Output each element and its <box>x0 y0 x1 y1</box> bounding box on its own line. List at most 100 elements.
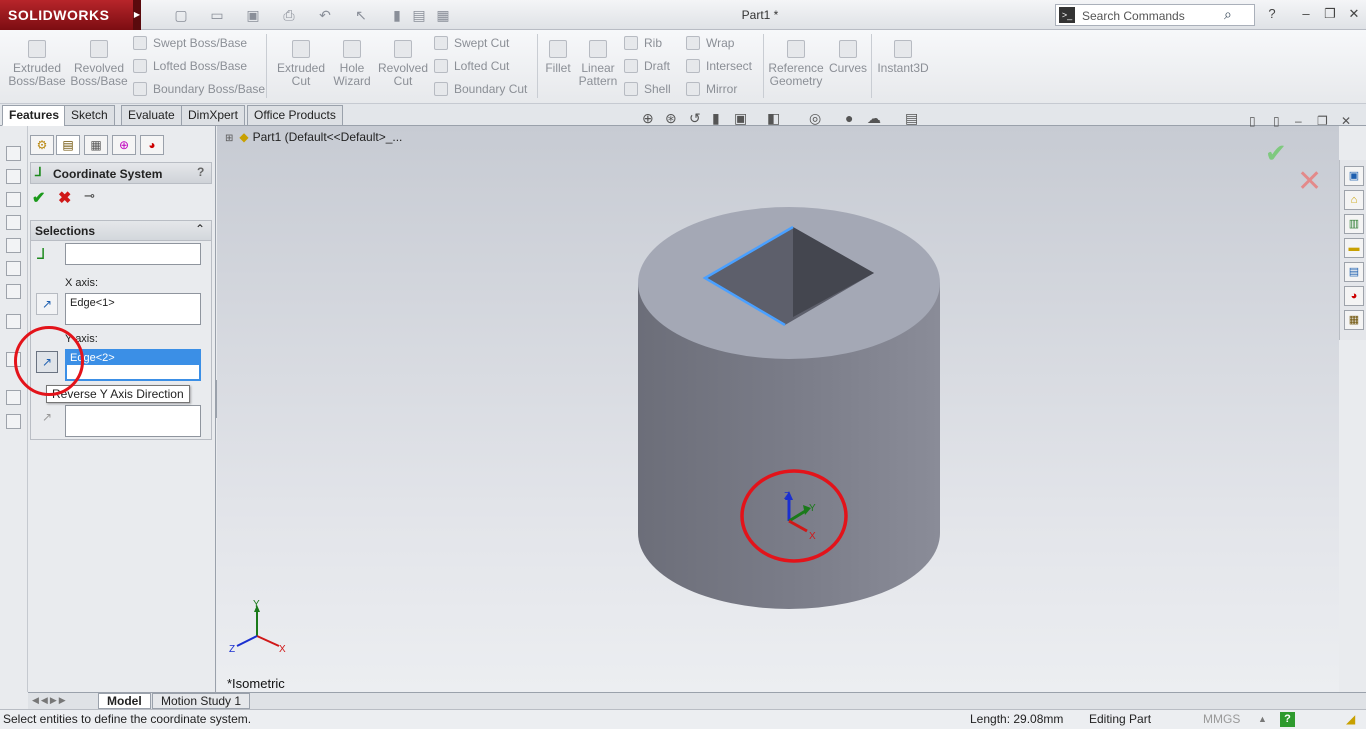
previous-view-icon[interactable]: ↺ <box>689 110 701 127</box>
mirror-button[interactable]: Mirror <box>686 79 737 99</box>
curves-button[interactable]: Curves <box>826 38 870 75</box>
lofted-boss-button[interactable]: Lofted Boss/Base <box>133 56 247 76</box>
pin-icon[interactable]: ⊸ <box>84 188 95 204</box>
revolved-boss-button[interactable]: Revolved Boss/Base <box>70 38 128 88</box>
print-icon[interactable]: ⎙ <box>280 6 298 24</box>
label: Lofted Boss/Base <box>153 59 248 73</box>
selections-header[interactable]: Selections ⌃ <box>31 221 211 241</box>
units-dropdown-icon[interactable]: ▲ <box>1258 710 1267 729</box>
shell-button[interactable]: Shell <box>624 79 671 99</box>
fillet-button[interactable]: Fillet <box>541 38 575 75</box>
reference-triad[interactable]: Y X Z <box>229 599 286 655</box>
boundary-cut-button[interactable]: Boundary Cut <box>434 79 527 99</box>
origin-field[interactable] <box>65 243 201 265</box>
graphics-area[interactable]: ⊞ ◆ Part1 (Default<<Default>_... ⊕ ⊛ ↺ ▮ ▣… <box>217 110 1351 692</box>
dimxpert-manager-tab-icon[interactable]: ⊕ <box>112 135 136 155</box>
minimize-button[interactable]: – <box>1296 6 1316 24</box>
options-icon[interactable]: ▦ <box>434 6 452 24</box>
copy-icon[interactable] <box>6 390 21 405</box>
feature-manager-tab-icon[interactable]: ⚙ <box>30 135 54 155</box>
solidworks-resources-icon[interactable]: ▣ <box>1344 166 1364 186</box>
open-document-icon[interactable]: ▭ <box>208 6 226 24</box>
boundary-boss-button[interactable]: Boundary Boss/Base <box>133 79 265 99</box>
design-library-icon[interactable]: ▥ <box>1344 214 1364 234</box>
display-style-icon[interactable]: ◧ <box>767 110 780 127</box>
extrude-icon[interactable] <box>6 146 21 161</box>
file-explorer-icon[interactable]: ▬ <box>1344 238 1364 258</box>
tab-sketch[interactable]: Sketch <box>64 105 115 126</box>
tab-model[interactable]: Model <box>98 693 151 709</box>
property-manager-tab-icon[interactable]: ▤ <box>56 135 80 155</box>
instant3d-button[interactable]: Instant3D <box>875 38 931 75</box>
hide-show-items-icon[interactable]: ◎ <box>809 110 821 127</box>
revolve-cut-icon[interactable] <box>6 261 21 276</box>
ok-icon[interactable]: ✔ <box>32 188 45 208</box>
wrap-button[interactable]: Wrap <box>686 33 734 53</box>
close-button[interactable]: ✕ <box>1344 6 1364 24</box>
tab-features[interactable]: Features <box>2 105 67 126</box>
swept-boss-button[interactable]: Swept Boss/Base <box>133 33 247 53</box>
configuration-manager-tab-icon[interactable]: ▦ <box>84 135 108 155</box>
extruded-cut-button[interactable]: Extruded Cut <box>274 38 328 88</box>
sweep-icon[interactable] <box>6 192 21 207</box>
doc-close-icon[interactable]: ✕ <box>1341 114 1351 128</box>
sketch-icon[interactable] <box>6 314 21 329</box>
menu-expand-icon[interactable]: ▶ <box>133 0 141 30</box>
edit-appearance-icon[interactable]: ● <box>845 110 853 126</box>
y-axis-field[interactable]: Edge<2> <box>65 349 201 381</box>
linear-pattern-button[interactable]: Linear Pattern <box>576 38 620 88</box>
reverse-z-direction-icon[interactable]: ↗ <box>36 407 58 429</box>
rebuild-icon[interactable]: ▮ <box>388 6 406 24</box>
view-orientation-icon[interactable]: ▣ <box>734 110 747 127</box>
search-icon[interactable]: ⌕ <box>1224 6 1232 23</box>
custom-properties-icon[interactable]: ▦ <box>1344 310 1364 330</box>
x-axis-field[interactable]: Edge<1> <box>65 293 201 325</box>
swept-cut-button[interactable]: Swept Cut <box>434 33 509 53</box>
reference-geometry-button[interactable]: Reference Geometry <box>767 38 825 88</box>
revolved-cut-button[interactable]: Revolved Cut <box>376 38 430 88</box>
restore-button[interactable]: ❐ <box>1320 6 1340 24</box>
rebuild-status-icon[interactable]: ◢ <box>1346 710 1355 729</box>
reverse-x-direction-icon[interactable]: ↗ <box>36 293 58 315</box>
zoom-to-fit-icon[interactable]: ⊕ <box>642 110 654 127</box>
cancel-icon[interactable]: ✖ <box>58 188 71 208</box>
view-settings-icon[interactable]: ▤ <box>905 110 918 127</box>
apply-scene-icon[interactable]: ☁ <box>867 110 881 127</box>
tab-evaluate[interactable]: Evaluate <box>121 105 182 126</box>
loft-icon[interactable] <box>6 215 21 230</box>
tab-motion-study-1[interactable]: Motion Study 1 <box>152 693 251 709</box>
select-arrow-icon[interactable]: ↖ <box>352 6 370 24</box>
shell-icon[interactable] <box>6 284 21 299</box>
search-box[interactable]: >_ Search Commands ⌕ <box>1055 4 1255 26</box>
z-axis-field[interactable] <box>65 405 201 437</box>
paste-icon[interactable] <box>6 414 21 429</box>
draft-button[interactable]: Draft <box>624 56 670 76</box>
lofted-cut-button[interactable]: Lofted Cut <box>434 56 509 76</box>
new-document-icon[interactable]: ▢ <box>172 6 190 24</box>
tab-office-products[interactable]: Office Products <box>247 105 343 126</box>
save-icon[interactable]: ▣ <box>244 6 262 24</box>
status-help-icon[interactable]: ? <box>1280 712 1295 727</box>
rib-button[interactable]: Rib <box>624 33 662 53</box>
view-palette-icon[interactable]: ▤ <box>1344 262 1364 282</box>
status-units[interactable]: MMGS <box>1203 710 1240 729</box>
search-input[interactable]: Search Commands <box>1082 9 1185 23</box>
file-properties-icon[interactable]: ▤ <box>410 6 428 24</box>
revolve-icon[interactable] <box>6 169 21 184</box>
zoom-to-area-icon[interactable]: ⊛ <box>665 110 677 127</box>
hole-wizard-button[interactable]: Hole Wizard <box>328 38 376 88</box>
tab-scroll-arrows-icon[interactable]: ◀◀▶▶ <box>32 695 68 706</box>
collapse-icon[interactable]: ⌃ <box>195 222 205 236</box>
intersect-button[interactable]: Intersect <box>686 56 752 76</box>
appearances-icon[interactable]: ◕ <box>1344 286 1364 306</box>
tab-dimxpert[interactable]: DimXpert <box>181 105 246 126</box>
display-manager-tab-icon[interactable]: ◕ <box>140 135 164 155</box>
help-button[interactable]: ? <box>1262 6 1282 24</box>
solidworks-logo[interactable]: SOLIDWORKS <box>0 0 133 30</box>
undo-icon[interactable]: ↶ <box>316 6 334 24</box>
section-view-icon[interactable]: ▮ <box>712 110 720 127</box>
cut-icon[interactable] <box>6 238 21 253</box>
help-icon[interactable]: ? <box>197 165 204 179</box>
home-icon[interactable]: ⌂ <box>1344 190 1364 210</box>
extruded-boss-button[interactable]: Extruded Boss/Base <box>8 38 66 88</box>
